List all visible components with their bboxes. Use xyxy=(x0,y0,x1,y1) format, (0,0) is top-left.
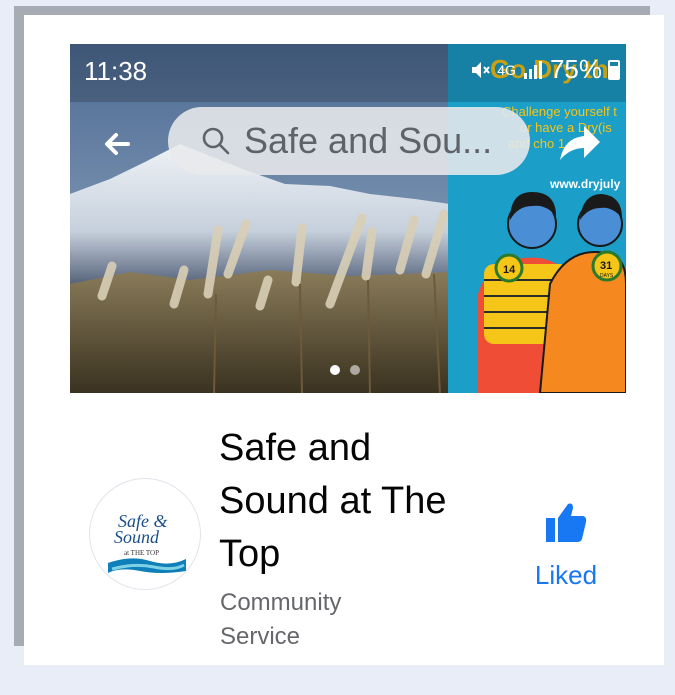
search-icon xyxy=(202,127,230,155)
window-top-border xyxy=(14,6,650,15)
signal-icon xyxy=(523,60,542,79)
network-type: 4G xyxy=(497,61,516,78)
liked-button[interactable]: Liked xyxy=(524,500,604,595)
promo-badge-right-sub: DAYS xyxy=(600,273,614,279)
promo-url: www.dryjuly xyxy=(549,177,621,191)
promo-badge-left: 14 xyxy=(503,264,516,276)
screenshot-frame: Go Dry th Challenge yourself t or have a… xyxy=(0,0,675,695)
page-logo: Safe & Sound at THE TOP xyxy=(108,511,186,573)
thumbs-up-icon xyxy=(546,503,587,542)
page-avatar[interactable]: Safe & Sound at THE TOP xyxy=(89,478,201,590)
page-title: Safe and Sound at The Top xyxy=(219,427,447,575)
battery-icon xyxy=(608,59,620,80)
back-arrow-icon[interactable] xyxy=(98,124,138,164)
logo-line-2: Sound xyxy=(114,527,160,547)
carousel-dot xyxy=(350,365,360,375)
page-category: Community Service xyxy=(220,589,342,650)
window-left-border xyxy=(14,6,24,646)
promo-badge-right: 31 xyxy=(600,260,612,272)
search-bar[interactable]: Safe and Sou... xyxy=(168,107,530,175)
mute-icon xyxy=(472,61,491,78)
search-text: Safe and Sou... xyxy=(244,120,493,161)
logo-line-3: at THE TOP xyxy=(124,549,159,557)
status-bar: 11:38 4G 75% xyxy=(70,44,626,102)
carousel-dot-active xyxy=(330,365,340,375)
status-time: 11:38 xyxy=(84,56,148,86)
share-icon[interactable] xyxy=(556,120,602,166)
battery-percent: 75% xyxy=(549,54,602,84)
carousel-indicator xyxy=(330,365,360,375)
liked-label: Liked xyxy=(534,560,598,590)
status-icons: 4G 75% xyxy=(469,54,620,85)
